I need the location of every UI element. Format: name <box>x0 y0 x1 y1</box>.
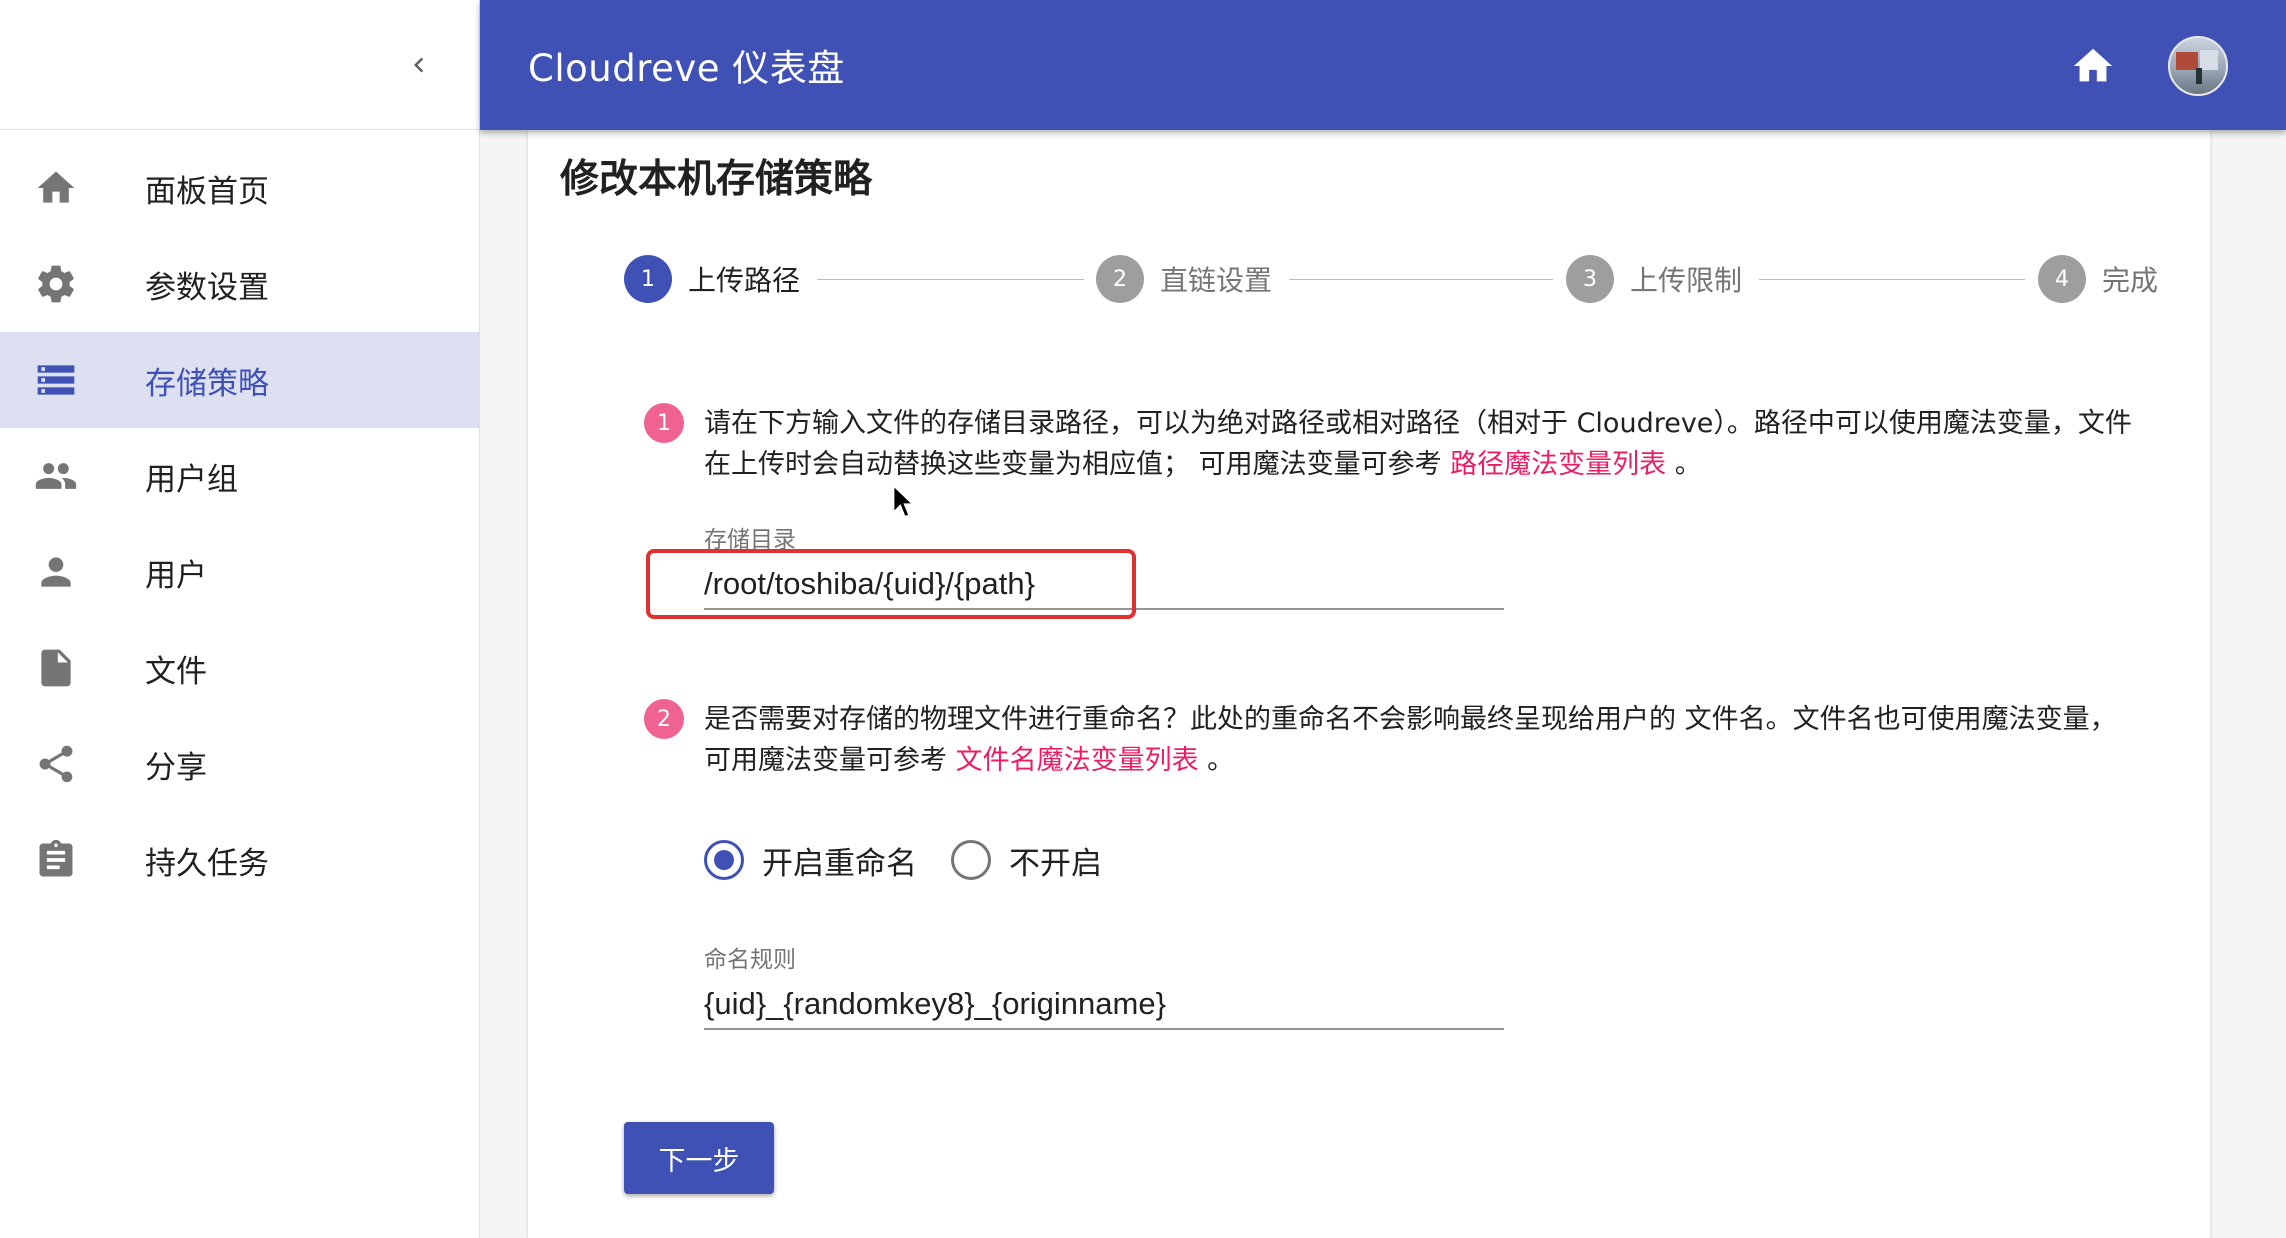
step-number: 3 <box>1566 255 1614 303</box>
naming-rule-input[interactable] <box>704 974 1504 1030</box>
step-connector <box>1759 279 2025 280</box>
avatar-image-part <box>2196 68 2202 84</box>
person-icon <box>30 546 82 598</box>
storage-directory-input[interactable] <box>704 554 1504 610</box>
app-bar: Cloudreve 仪表盘 <box>480 0 2286 130</box>
sidebar-item-label: 分享 <box>145 749 207 786</box>
sidebar-item-label: 存储策略 <box>145 365 269 402</box>
assignment-icon <box>30 834 82 886</box>
rename-radio-group: 开启重命名 不开启 <box>704 830 1136 890</box>
filename-magic-variables-link[interactable]: 文件名魔法变量列表 <box>956 745 1199 776</box>
sidebar-item-storage-policy[interactable]: 存储策略 <box>0 332 479 428</box>
radio-enable-rename[interactable]: 开启重命名 <box>704 838 917 883</box>
sidebar-item-label: 用户组 <box>145 461 238 498</box>
share-icon <box>30 738 82 790</box>
sidebar-header <box>0 0 479 130</box>
radio-label: 开启重命名 <box>762 845 917 882</box>
edit-policy-card: 修改本机存储策略 1 上传路径 2 直链设置 3 上传限制 4 完成 1 请在下… <box>528 130 2210 1238</box>
home-icon <box>30 162 82 214</box>
sidebar-item-label: 持久任务 <box>145 845 269 882</box>
step-number: 1 <box>624 255 672 303</box>
step-label: 直链设置 <box>1160 264 1273 297</box>
step-label: 上传限制 <box>1630 264 1743 297</box>
sidebar-item-shares[interactable]: 分享 <box>0 716 479 812</box>
storage-icon <box>30 354 82 406</box>
step-connector <box>1289 279 1553 280</box>
radio-checked-icon <box>704 840 744 880</box>
chevron-left-icon[interactable] <box>394 40 444 90</box>
step-label: 上传路径 <box>688 264 801 297</box>
path-magic-variables-link[interactable]: 路径魔法变量列表 <box>1450 449 1666 480</box>
step-direct-link[interactable]: 2 直链设置 <box>1096 254 1272 304</box>
stepper: 1 上传路径 2 直链设置 3 上传限制 4 完成 <box>624 254 2164 314</box>
sidebar-item-dashboard-home[interactable]: 面板首页 <box>0 140 479 236</box>
sidebar-item-settings[interactable]: 参数设置 <box>0 236 479 332</box>
sidebar-item-label: 参数设置 <box>145 269 269 306</box>
page-title: 修改本机存储策略 <box>560 157 873 202</box>
step-label: 完成 <box>2102 264 2159 297</box>
step-connector <box>817 279 1084 280</box>
home-icon[interactable] <box>2065 38 2121 94</box>
step-upload-path[interactable]: 1 上传路径 <box>624 254 800 304</box>
sidebar-item-label: 面板首页 <box>145 173 269 210</box>
sidebar-item-users[interactable]: 用户 <box>0 524 479 620</box>
radio-label: 不开启 <box>1009 845 1102 882</box>
storage-directory-label: 存储目录 <box>704 527 796 553</box>
storage-directory-field: 存储目录 <box>704 520 1504 610</box>
radio-disable-rename[interactable]: 不开启 <box>951 838 1102 883</box>
sidebar-nav: 面板首页 参数设置 存储策略 用户组 用户 文件 分享 持久任务 <box>0 130 479 908</box>
step-done[interactable]: 4 完成 <box>2038 254 2158 304</box>
group-icon <box>30 450 82 502</box>
description-text: 是否需要对存储的物理文件进行重命名？此处的重命名不会影响最终呈现给用户的 文件名… <box>704 704 2117 776</box>
step-number: 2 <box>1096 255 1144 303</box>
dashboard-app: 面板首页 参数设置 存储策略 用户组 用户 文件 分享 持久任务 Cloudre… <box>0 0 2286 1238</box>
avatar-image-part <box>2200 50 2218 70</box>
description-suffix: 。 <box>1198 745 1235 776</box>
app-title: Cloudreve 仪表盘 <box>528 47 845 90</box>
radio-unchecked-icon <box>951 840 991 880</box>
gear-icon <box>30 258 82 310</box>
upload-path-description: 请在下方输入文件的存储目录路径，可以为绝对路径或相对路径（相对于 Cloudre… <box>704 403 2144 485</box>
description-suffix: 。 <box>1666 449 1702 480</box>
step-number: 4 <box>2038 255 2086 303</box>
avatar-image-part <box>2176 52 2198 70</box>
step-upload-limit[interactable]: 3 上传限制 <box>1566 254 1742 304</box>
naming-rule-field: 命名规则 <box>704 940 1504 1030</box>
sidebar-item-user-groups[interactable]: 用户组 <box>0 428 479 524</box>
sidebar-item-label: 文件 <box>145 653 207 690</box>
next-step-button[interactable]: 下一步 <box>624 1122 774 1194</box>
sidebar-item-tasks[interactable]: 持久任务 <box>0 812 479 908</box>
section-badge: 2 <box>644 699 684 739</box>
sidebar-item-label: 用户 <box>145 557 207 594</box>
rename-description: 是否需要对存储的物理文件进行重命名？此处的重命名不会影响最终呈现给用户的 文件名… <box>704 699 2144 781</box>
sidebar: 面板首页 参数设置 存储策略 用户组 用户 文件 分享 持久任务 <box>0 0 480 1238</box>
description-text: 请在下方输入文件的存储目录路径，可以为绝对路径或相对路径（相对于 Cloudre… <box>704 408 2132 480</box>
section-badge: 1 <box>644 403 684 443</box>
avatar[interactable] <box>2168 36 2228 96</box>
file-icon <box>30 642 82 694</box>
naming-rule-label: 命名规则 <box>704 947 796 973</box>
sidebar-item-files[interactable]: 文件 <box>0 620 479 716</box>
